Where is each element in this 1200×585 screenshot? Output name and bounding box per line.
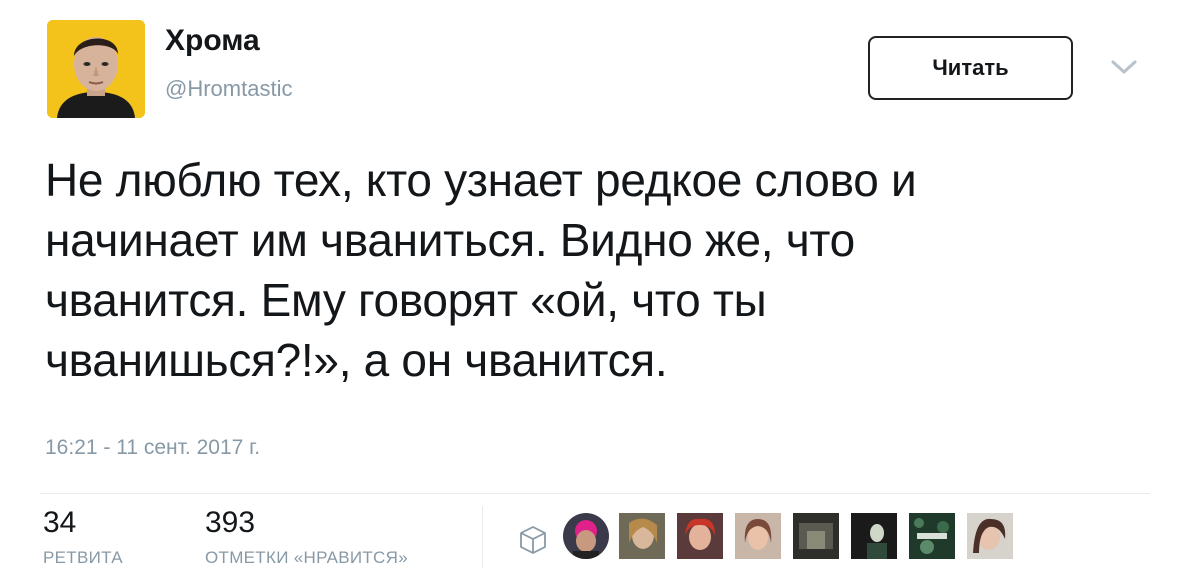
tweet-line: чванишься?!», а он чванится. bbox=[45, 334, 668, 386]
tweet-timestamp[interactable]: 16:21 - 11 сент. 2017 г. bbox=[45, 436, 260, 460]
tweet-text: Не люблю тех, кто узнает редкое слово и … bbox=[45, 150, 1135, 390]
avatar-portrait bbox=[47, 20, 145, 118]
liker-avatar[interactable] bbox=[735, 513, 781, 559]
tweet-line: чванится. Ему говорят «ой, что ты bbox=[45, 274, 767, 326]
author-handle[interactable]: @Hromtastic bbox=[165, 76, 292, 102]
tweet-line: Не люблю тех, кто узнает редкое слово и bbox=[45, 154, 917, 206]
likes-stat[interactable]: 393 ОТМЕТКИ «НРАВИТСЯ» bbox=[205, 506, 408, 568]
box-outline-icon bbox=[520, 526, 546, 554]
liker-avatar[interactable] bbox=[677, 513, 723, 559]
follow-button[interactable]: Читать bbox=[868, 36, 1073, 100]
liker-avatar[interactable] bbox=[563, 513, 609, 559]
stats-separator bbox=[482, 506, 483, 568]
author-name[interactable]: Хрома bbox=[165, 24, 260, 58]
retweet-count: 34 bbox=[43, 506, 77, 539]
author-avatar[interactable] bbox=[47, 20, 145, 118]
liker-avatar[interactable] bbox=[793, 513, 839, 559]
chevron-down-icon[interactable] bbox=[1108, 55, 1140, 79]
liker-avatar[interactable] bbox=[619, 513, 665, 559]
liker-avatar[interactable] bbox=[967, 513, 1013, 559]
liker-avatar[interactable] bbox=[909, 513, 955, 559]
liker-avatar[interactable] bbox=[851, 513, 897, 559]
likes-count: 393 bbox=[205, 506, 256, 539]
tweet-line: начинает им чваниться. Видно же, что bbox=[45, 214, 855, 266]
retweet-label: РЕТВИТА bbox=[43, 548, 123, 567]
likes-label: ОТМЕТКИ «НРАВИТСЯ» bbox=[205, 548, 408, 567]
divider bbox=[40, 493, 1150, 494]
retweet-stat[interactable]: 34 РЕТВИТА bbox=[43, 506, 123, 568]
